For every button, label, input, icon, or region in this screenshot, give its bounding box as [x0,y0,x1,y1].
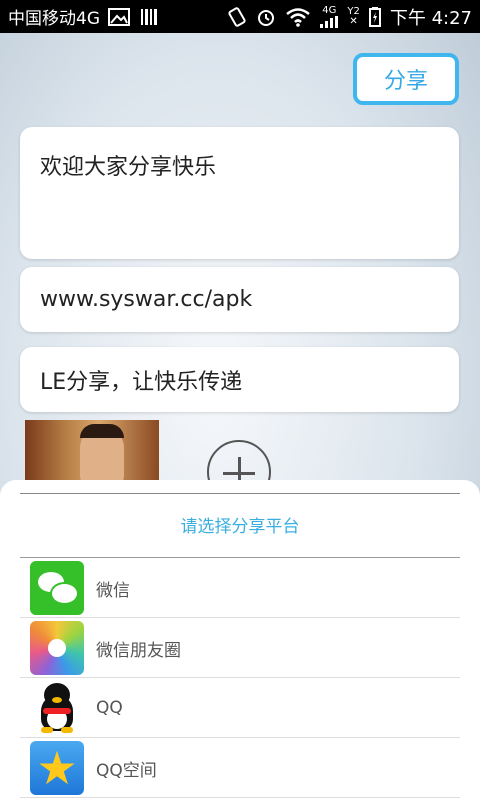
sheet-title: 请选择分享平台 [180,517,300,537]
share-option-label: 微信朋友圈 [96,640,181,661]
share-option-qq[interactable]: QQ [20,678,460,738]
battery-icon [368,6,381,27]
network-badge: 4G [322,4,337,16]
share-url-field[interactable]: www.syswar.cc/apk [20,267,459,332]
wifi-icon [286,7,311,27]
qzone-icon: ★ [30,741,84,795]
carrier-label: 中国移动4G [8,9,100,29]
share-image-thumbnail[interactable] [25,420,159,480]
share-platform-sheet: 请选择分享平台 微信 微信朋友圈 QQ ★ QQ空间 [0,480,480,808]
share-text-field[interactable]: 欢迎大家分享快乐 [20,127,459,259]
barcode-icon [141,8,157,25]
status-bar: 中国移动4G 4G Y2 ✕ 下午 4:27 [0,0,480,33]
wechat-icon [30,561,84,615]
no-signal-icon: ✕ [349,15,358,27]
thumbnail-hair [80,424,124,438]
wechat-moments-icon [30,621,84,675]
image-icon [108,7,130,26]
qq-icon [30,681,84,735]
share-option-qzone[interactable]: ★ QQ空间 [20,738,460,798]
share-option-wechat-moments[interactable]: 微信朋友圈 [20,618,460,678]
share-option-label: QQ空间 [96,760,157,781]
share-option-label: 微信 [96,580,130,601]
share-title-field[interactable]: LE分享，让快乐传递 [20,347,459,412]
row-divider [20,797,460,798]
signal-icon [320,15,339,28]
share-button[interactable]: 分享 [353,53,459,105]
share-option-label: QQ [96,698,123,718]
alarm-icon [258,9,275,26]
sheet-divider [20,493,460,494]
share-option-wechat[interactable]: 微信 [20,558,460,618]
signal-badge: Y2 [347,5,360,17]
rotation-lock-icon [228,6,246,27]
status-time: 下午 4:27 [389,7,472,29]
